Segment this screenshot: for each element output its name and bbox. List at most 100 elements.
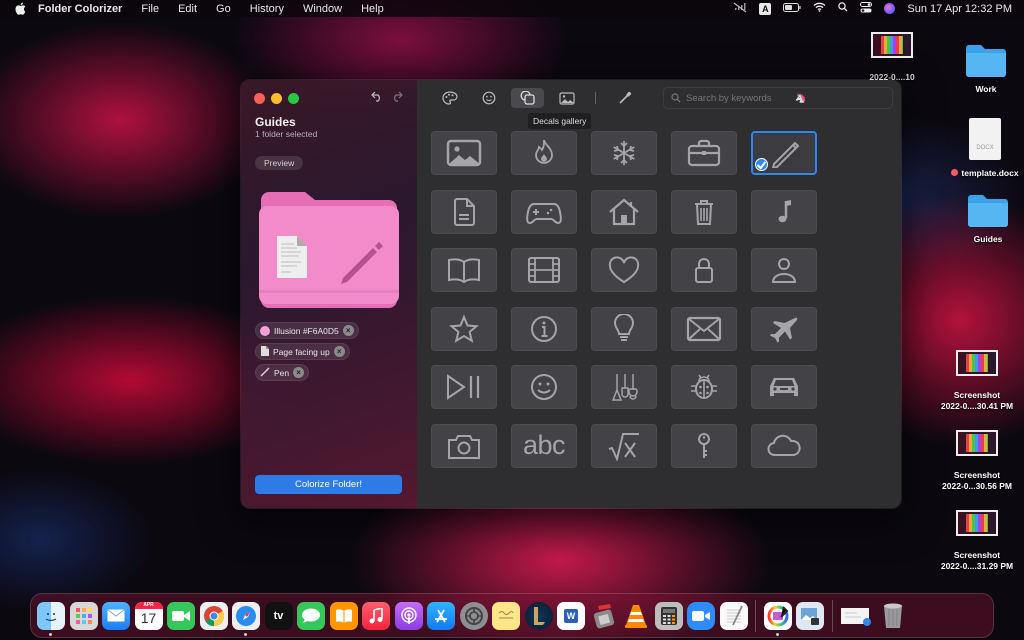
dock-finder[interactable] — [37, 601, 65, 636]
dock-podcasts[interactable] — [394, 601, 423, 630]
toolbar-divider — [595, 92, 596, 104]
decal-book[interactable] — [431, 248, 497, 292]
decal-key[interactable] — [671, 423, 737, 468]
dock-vlc[interactable] — [622, 602, 650, 630]
decal-briefcase[interactable] — [671, 131, 737, 175]
decal-airplane[interactable] — [751, 306, 817, 351]
decal-lightbulb[interactable] — [591, 306, 657, 351]
dock-books[interactable] — [329, 601, 358, 630]
battery-icon[interactable] — [783, 2, 802, 15]
decal-star[interactable] — [431, 306, 497, 351]
decal-snowflake[interactable] — [591, 131, 657, 175]
desktop-icon-label: Guides — [973, 234, 1003, 244]
decal-square-root[interactable] — [591, 423, 657, 468]
airplane-icon — [770, 317, 798, 342]
control-center-icon[interactable] — [860, 1, 873, 16]
dock-textedit[interactable] — [719, 601, 748, 630]
dock-league-of-legends[interactable] — [524, 601, 553, 630]
chip-label: Pen — [274, 367, 290, 378]
dock-mail[interactable] — [102, 601, 130, 630]
menubar-clock[interactable]: Sun 17 Apr 12:32 PM — [907, 3, 1012, 15]
decal-guitars[interactable] — [591, 365, 657, 409]
search-field[interactable]: 🦄 — [663, 87, 893, 109]
decal-trash[interactable] — [671, 189, 737, 234]
dock-word[interactable]: W — [557, 601, 585, 630]
decal-heart[interactable] — [591, 248, 657, 292]
dock-zoom[interactable] — [687, 601, 715, 630]
dock-facetime[interactable] — [167, 601, 195, 630]
cloud-icon — [767, 434, 801, 456]
remove-chip-button[interactable]: × — [293, 367, 305, 378]
dock-calculator[interactable] — [654, 601, 683, 630]
decal-cloud[interactable] — [751, 423, 817, 468]
remove-chip-button[interactable]: × — [342, 325, 354, 336]
decal-abc[interactable]: abc — [511, 423, 577, 468]
dock-downloads-stack[interactable] — [840, 602, 874, 630]
decal-gamecontroller[interactable] — [511, 189, 577, 234]
desktop-icon-screenshot-3[interactable]: Screenshot 2022-0...30.56 PM — [932, 430, 1022, 492]
menu-window[interactable]: Window — [303, 3, 342, 15]
apple-menu-icon[interactable] — [14, 2, 26, 15]
desktop-icon-work-folder[interactable]: Work — [958, 42, 1014, 95]
remove-chip-button[interactable]: × — [333, 346, 345, 357]
search-input[interactable] — [686, 92, 796, 104]
dock-apple-tv[interactable]: tv — [264, 601, 293, 630]
dock-calendar[interactable]: APR 17 — [134, 601, 163, 630]
decal-ladybug[interactable] — [671, 365, 737, 409]
decal-house[interactable] — [591, 189, 657, 234]
menu-edit[interactable]: Edit — [178, 3, 197, 15]
dock-transmission[interactable] — [590, 602, 618, 630]
menu-file[interactable]: File — [141, 3, 159, 15]
dock-music[interactable] — [362, 601, 390, 630]
desktop-icon-guides-folder[interactable]: Guides — [960, 192, 1016, 245]
dock-folder-colorizer[interactable] — [763, 601, 792, 636]
dock-system-preferences[interactable] — [459, 601, 488, 630]
decal-flame[interactable] — [511, 131, 577, 175]
minimize-window-button[interactable] — [271, 93, 282, 104]
dock-safari[interactable] — [232, 601, 260, 636]
colorize-folder-button[interactable]: Colorize Folder! — [255, 475, 402, 494]
tab-images[interactable] — [550, 88, 583, 108]
menu-help[interactable]: Help — [361, 3, 384, 15]
decal-person[interactable] — [751, 248, 817, 292]
play-pause-icon — [447, 374, 480, 400]
menu-app-name[interactable]: Folder Colorizer — [38, 3, 122, 15]
wifi-icon[interactable] — [813, 2, 826, 15]
decal-photo[interactable] — [431, 131, 497, 175]
decal-film[interactable] — [511, 248, 577, 292]
tab-colors[interactable] — [433, 88, 466, 108]
dock-trash[interactable] — [879, 602, 907, 630]
dock-launchpad[interactable] — [69, 601, 98, 630]
decal-envelope[interactable] — [671, 306, 737, 351]
desktop-icon-template-docx[interactable]: DOCX template.docx — [945, 118, 1024, 179]
menu-go[interactable]: Go — [216, 3, 231, 15]
close-window-button[interactable] — [254, 93, 265, 104]
dock-stickies[interactable] — [492, 601, 520, 630]
desktop-icon-screenshot-4[interactable]: Screenshot 2022-0....31.29 PM — [932, 510, 1022, 572]
decal-lock[interactable] — [671, 248, 737, 292]
decal-car[interactable] — [751, 365, 817, 409]
decal-info[interactable] — [511, 306, 577, 351]
input-source-indicator[interactable]: A — [759, 2, 772, 15]
tab-emoji[interactable] — [472, 88, 505, 108]
decal-smiley[interactable] — [511, 365, 577, 409]
tab-picker[interactable] — [608, 88, 641, 108]
decal-document[interactable] — [431, 189, 497, 234]
dock-messages[interactable] — [297, 601, 325, 630]
decal-camera[interactable] — [431, 423, 497, 468]
decal-music-note[interactable] — [751, 189, 817, 234]
undo-icon[interactable] — [371, 89, 383, 105]
decal-play-pause[interactable] — [431, 365, 497, 409]
focus-mode-icon[interactable] — [733, 2, 747, 16]
siri-icon[interactable] — [884, 3, 896, 14]
zoom-window-button[interactable] — [288, 93, 299, 104]
spotlight-search-icon[interactable] — [838, 2, 848, 15]
menu-history[interactable]: History — [250, 3, 284, 15]
dock-preview[interactable] — [796, 601, 824, 630]
dock-chrome[interactable] — [199, 601, 228, 630]
desktop-icon-screenshot-2[interactable]: Screenshot 2022-0....30.41 PM — [932, 350, 1022, 412]
dock-app-store[interactable] — [427, 601, 455, 630]
decal-pencil[interactable] — [751, 131, 817, 175]
redo-icon[interactable] — [391, 89, 403, 105]
tab-decals[interactable] — [511, 88, 544, 108]
